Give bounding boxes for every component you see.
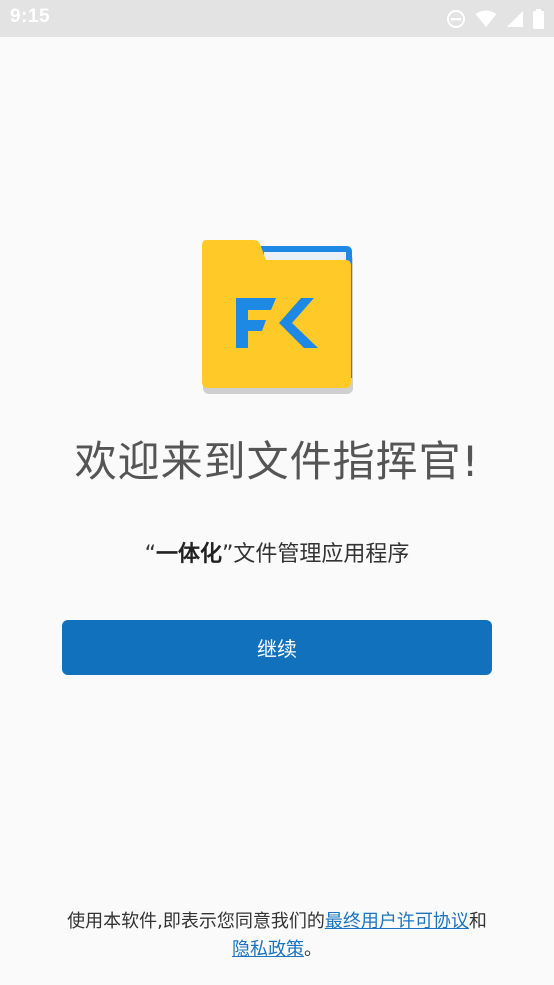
terms-suffix: 。 xyxy=(304,939,322,960)
privacy-policy-link[interactable]: 隐私政策 xyxy=(232,939,304,960)
continue-button-label: 继续 xyxy=(257,637,297,661)
welcome-title: 欢迎来到文件指挥官! xyxy=(74,437,480,486)
status-time: 9:15 xyxy=(10,6,51,27)
eula-link[interactable]: 最终用户许可协议 xyxy=(325,911,469,932)
subtitle: “一体化”文件管理应用程序 xyxy=(0,536,554,568)
status-bar: 9:15 xyxy=(0,0,554,37)
folder-logo-icon xyxy=(202,240,353,394)
terms-notice: 使用本软件,即表示您同意我们的最终用户许可协议和隐私政策。 xyxy=(60,908,494,964)
terms-conjunction: 和 xyxy=(468,911,487,932)
app-logo xyxy=(200,238,354,396)
continue-button[interactable]: 继续 xyxy=(62,620,492,675)
subtitle-quote-open: “ xyxy=(144,542,156,567)
subtitle-rest: 文件管理应用程序 xyxy=(233,542,410,567)
terms-prefix: 使用本软件,即表示您同意我们的 xyxy=(67,911,325,932)
battery-icon xyxy=(533,9,544,29)
subtitle-strong: 一体化 xyxy=(155,542,222,567)
status-icons xyxy=(446,7,544,31)
signal-icon xyxy=(506,10,524,28)
subtitle-quote-close: ” xyxy=(222,542,234,567)
do-not-disturb-icon xyxy=(446,9,466,29)
wifi-icon xyxy=(475,10,497,28)
